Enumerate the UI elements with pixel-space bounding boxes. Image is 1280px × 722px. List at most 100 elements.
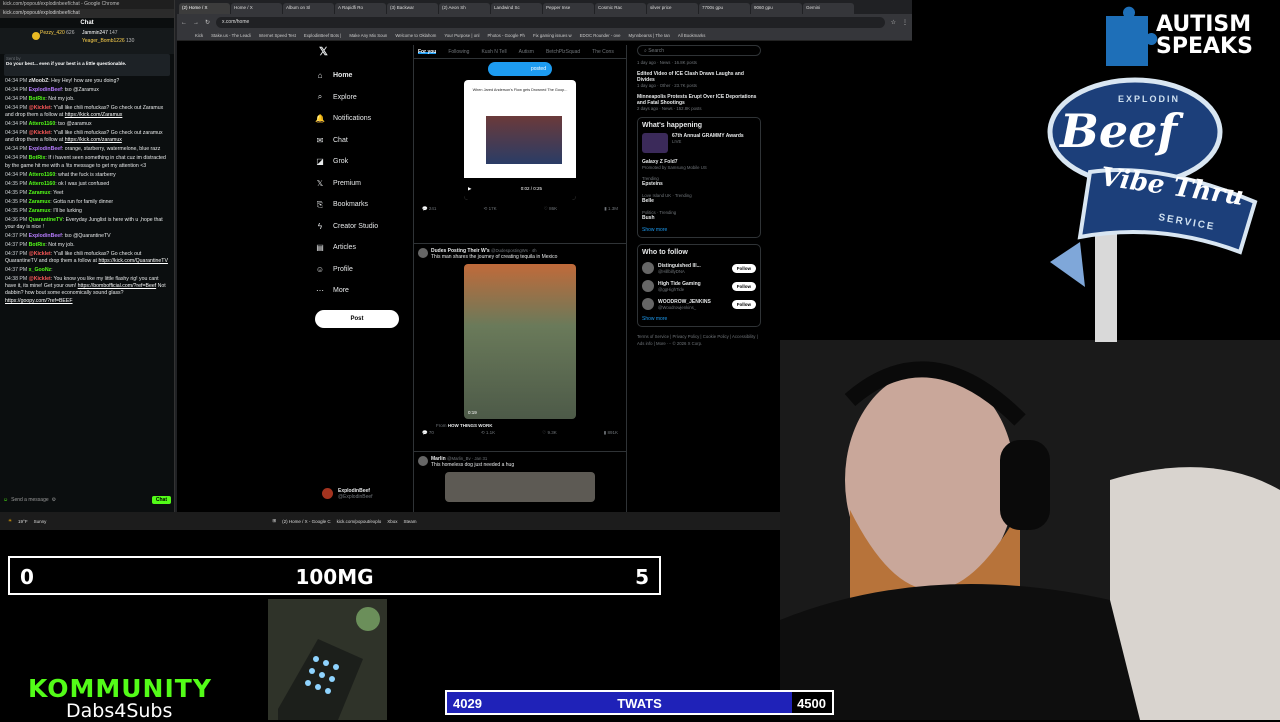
chat-username[interactable]: Zaramux: [29, 190, 51, 196]
nav-item-notifications[interactable]: 🔔 Notifications: [315, 108, 407, 130]
back-icon[interactable]: ←: [181, 20, 187, 26]
post-3-media[interactable]: [445, 472, 595, 502]
follow-name[interactable]: Distinguished Ill...: [658, 263, 701, 269]
menu-icon[interactable]: ⋮: [902, 19, 908, 26]
chat-link[interactable]: https://bombofficial.com/?ref=Beef: [78, 283, 156, 289]
chat-username[interactable]: @Kicklet: [29, 105, 51, 111]
taskbar-app-4[interactable]: Steam: [403, 519, 416, 524]
post-2[interactable]: Dudes Posting Their W's @DudespostingWs …: [414, 244, 626, 452]
bookmark-item[interactable]: Kick: [195, 33, 203, 38]
bookmark-item[interactable]: ExplodinBeef Bots |: [304, 33, 341, 38]
bookmark-item[interactable]: Your Purpose | onl: [444, 33, 479, 38]
event-card[interactable]: 67th Annual GRAMMY Awards LIVE: [642, 133, 756, 153]
post-1[interactable]: posted When Jared Anderson's Flow gets D…: [414, 59, 626, 244]
account-switcher[interactable]: ExplodinBeef @ExplodinBeef: [322, 488, 373, 500]
nav-item-bookmarks[interactable]: ⎘ Bookmarks: [315, 194, 407, 216]
nav-item-creator-studio[interactable]: ϟ Creator Studio: [315, 216, 407, 238]
bookmark-item[interactable]: Photos - Google Ph: [487, 33, 525, 38]
chat-url[interactable]: kick.com/popout/explodinbeef/chat: [0, 9, 174, 18]
chat-username[interactable]: zMoobZ: [29, 78, 49, 84]
browser-tab[interactable]: Landwind Sc: [491, 3, 542, 14]
chat-username[interactable]: Attero1160: [29, 121, 56, 127]
feed-tab[interactable]: The Cons: [592, 49, 614, 55]
top-user-1[interactable]: Pezzy_420 626: [40, 30, 74, 36]
browser-tab[interactable]: 7700s gpu: [699, 3, 750, 14]
bookmark-item[interactable]: EDOC Rounder - ove: [580, 33, 621, 38]
like-button[interactable]: ♡ 9.3K: [542, 430, 557, 436]
follow-button[interactable]: Follow: [731, 299, 756, 309]
chat-username[interactable]: BotRix: [29, 96, 46, 102]
chat-link[interactable]: https://kick.com/QuarantineTV: [98, 258, 167, 264]
browser-tab[interactable]: Gemini: [803, 3, 854, 14]
browser-tab[interactable]: Cosmic Rac: [595, 3, 646, 14]
top-user-2[interactable]: Jammin247 147: [82, 30, 118, 36]
x-logo-icon[interactable]: 𝕏: [315, 45, 407, 65]
avatar[interactable]: [642, 280, 654, 292]
nav-item-grok[interactable]: ◪ Grok: [315, 151, 407, 173]
chat-username[interactable]: Attero1160: [29, 181, 56, 187]
bookmark-item[interactable]: Stake.us - The Leadi: [211, 33, 251, 38]
avatar[interactable]: [642, 262, 654, 274]
show-more-link[interactable]: Show more: [642, 227, 756, 233]
nav-item-more[interactable]: ⋯ More: [315, 280, 407, 302]
nav-item-articles[interactable]: ▤ Articles: [315, 237, 407, 259]
nav-item-chat[interactable]: ✉ Chat: [315, 130, 407, 152]
chat-username[interactable]: Zaramux: [29, 199, 51, 205]
bookmark-item[interactable]: Fix gaming issues w: [533, 33, 572, 38]
nav-item-premium[interactable]: 𝕏 Premium: [315, 173, 407, 195]
browser-tab[interactable]: Pepper Inse: [543, 3, 594, 14]
feed-tab[interactable]: Following: [448, 49, 469, 55]
news-item[interactable]: 1 day ago · News · 16.8K posts: [637, 60, 761, 65]
feed-tab[interactable]: Autism: [519, 49, 534, 55]
chat-username[interactable]: Attero1160: [29, 172, 56, 178]
browser-tab[interactable]: Album on Sl: [283, 3, 334, 14]
avatar[interactable]: [418, 248, 428, 258]
chat-username[interactable]: @Kicklet: [29, 276, 51, 282]
chat-link[interactable]: https://kick.com/zaramux: [65, 137, 122, 143]
nav-item-explore[interactable]: ⌕ Explore: [315, 87, 407, 109]
x-footer[interactable]: Terms of Service | Privacy Policy | Cook…: [637, 333, 761, 347]
browser-tab[interactable]: Home / X: [231, 3, 282, 14]
repost-button[interactable]: ⟲ 1.1K: [481, 430, 495, 436]
chat-username[interactable]: @Kicklet: [29, 251, 51, 257]
chat-username[interactable]: x_GooNz: [29, 267, 51, 273]
post-handle[interactable]: @Marlin_Bv · Jan 31: [447, 456, 487, 461]
follow-name[interactable]: High Tide Gaming: [658, 281, 701, 287]
chat-send-button[interactable]: Chat: [151, 496, 171, 504]
feed-tab[interactable]: BetchPlzSquad: [546, 49, 580, 55]
weather-temp[interactable]: 19°F: [18, 519, 28, 524]
like-button[interactable]: ♡ 86K: [544, 206, 557, 212]
post-handle[interactable]: @DudespostingWs · 4h: [491, 248, 536, 253]
chat-link[interactable]: https://goopy.com/?ref=BEEF: [5, 298, 73, 304]
forward-icon[interactable]: →: [193, 20, 199, 26]
taskbar-app-1[interactable]: (2) Home / X - Google C: [282, 519, 331, 524]
trend-item[interactable]: Love Island UK · Trending Belle: [642, 193, 756, 204]
reply-button[interactable]: 💬 70: [422, 430, 434, 436]
star-icon[interactable]: ☆: [891, 19, 896, 26]
trend-item[interactable]: Galaxy Z Fold7 Promoted by Samsung Mobile…: [642, 159, 756, 170]
start-icon[interactable]: ⊞: [272, 518, 276, 524]
feed-tab[interactable]: Kush N Tell: [481, 49, 506, 55]
video-controls[interactable]: ▶ 0:02 / 0:25: [464, 178, 576, 200]
bookmark-item[interactable]: Internet Speed Test: [259, 33, 296, 38]
follow-suggestion[interactable]: High Tide Gaming @ggHighTide Follow: [642, 280, 756, 292]
address-bar[interactable]: x.com/home: [216, 17, 885, 28]
chat-username[interactable]: @Kicklet: [29, 130, 51, 136]
follow-suggestion[interactable]: Distinguished Ill... @HillbillyDNA Follow: [642, 262, 756, 274]
browser-tab[interactable]: (3) Backwar: [387, 3, 438, 14]
chat-username[interactable]: ExplodinBeef: [29, 146, 62, 152]
x-search-input[interactable]: ⌕ Search: [637, 45, 761, 56]
bookmark-item[interactable]: Welcome to Oklahom: [395, 33, 436, 38]
gear-icon[interactable]: ⚙: [52, 497, 56, 503]
browser-tab[interactable]: (2) Home / X: [179, 3, 230, 14]
taskbar-app-3[interactable]: Xbox: [387, 519, 397, 524]
chat-username[interactable]: ExplodinBeef: [29, 87, 62, 93]
views-button[interactable]: ▮ 891K: [604, 430, 618, 436]
avatar[interactable]: [642, 298, 654, 310]
browser-tab[interactable]: 9060 gpu: [751, 3, 802, 14]
reply-button[interactable]: 💬 241: [422, 206, 436, 212]
follow-suggestion[interactable]: WOODROW_JENKINS @Woodrowjenkins_ Follow: [642, 298, 756, 310]
post-button[interactable]: Post: [315, 309, 399, 328]
show-more-link[interactable]: Show more: [642, 316, 756, 322]
chat-message-input[interactable]: Send a message: [11, 497, 49, 503]
